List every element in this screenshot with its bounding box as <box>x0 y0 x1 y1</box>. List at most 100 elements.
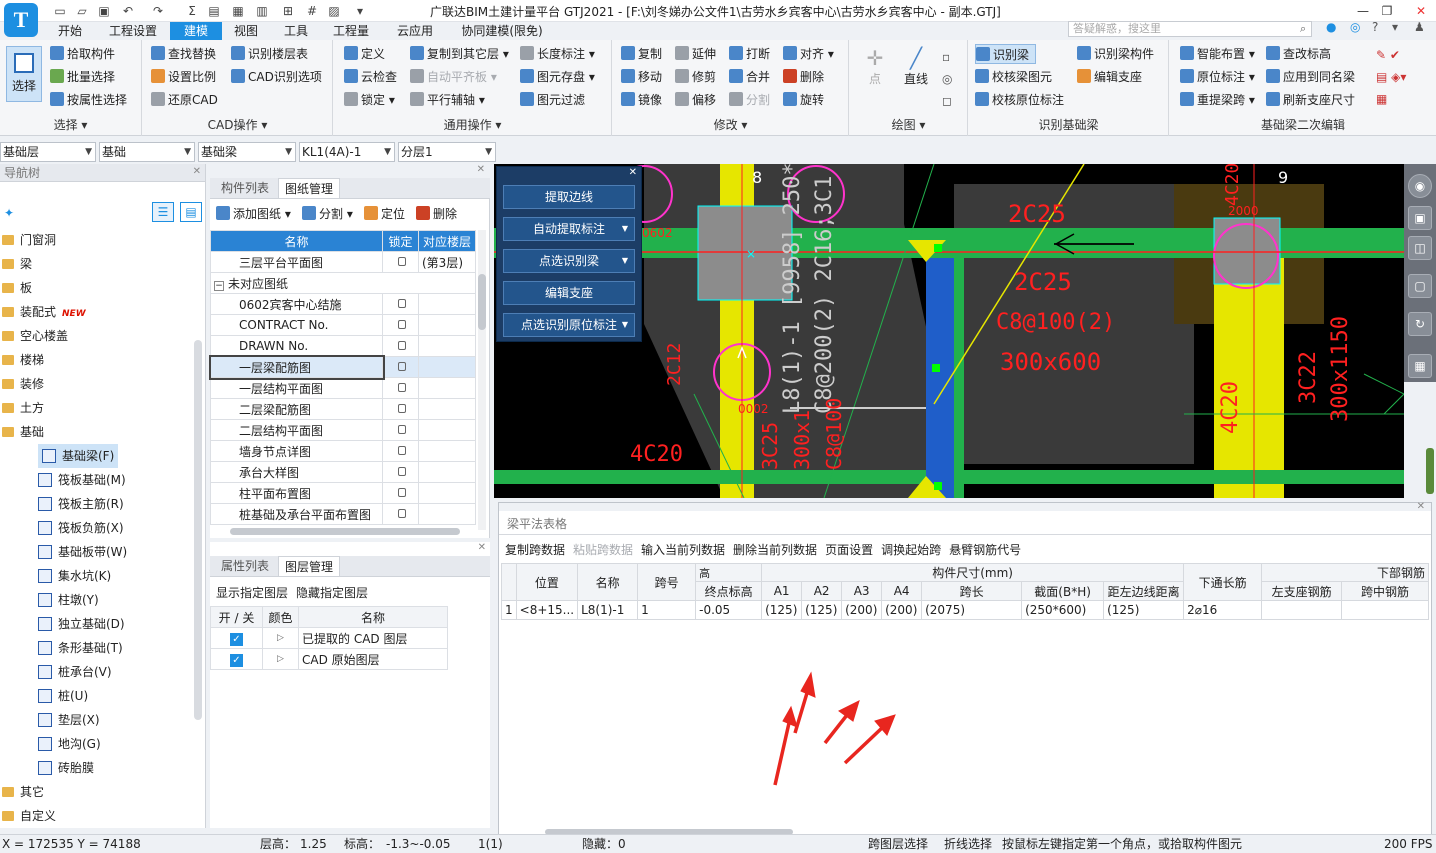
lock-icon[interactable] <box>398 383 406 392</box>
lock-button[interactable]: 锁定 ▾ <box>344 90 395 110</box>
nav-item[interactable]: 筏板基础(M) <box>38 468 126 492</box>
copy-to-floor-button[interactable]: 复制到其它层 ▾ <box>410 44 509 64</box>
swap-start-span-button[interactable]: 调换起始跨 <box>881 543 941 557</box>
polyline-select-toggle[interactable]: 折线选择 <box>944 835 992 853</box>
table-cell[interactable]: 2⌀16 <box>1183 600 1263 620</box>
trim-button[interactable]: 修剪 <box>675 67 716 87</box>
close-icon[interactable]: ✕ <box>478 542 486 553</box>
search-input[interactable]: 答疑解惑，搜这里 <box>1068 21 1312 37</box>
table-row[interactable]: 二层梁配筋图 <box>210 398 476 420</box>
floor-select[interactable]: 基础层 ▼ <box>0 142 96 162</box>
category-select[interactable]: 基础 ▼ <box>99 142 195 162</box>
input-column-button[interactable]: 输入当前列数据 <box>641 543 725 557</box>
tab-project-settings[interactable]: 工程设置 <box>102 22 164 40</box>
define-button[interactable]: 定义 <box>344 44 385 64</box>
layer-row[interactable]: ✓ ▷ 已提取的 CAD 图层 <box>210 627 448 649</box>
mirror-button[interactable]: 镜像 <box>621 90 662 110</box>
check-original-mark-button[interactable]: 校核原位标注 <box>975 90 1064 110</box>
layer-row[interactable]: ✓ ▷ CAD 原始图层 <box>210 648 448 670</box>
float-panel-button[interactable]: 提取边线 <box>503 185 635 209</box>
smart-layout-button[interactable]: 智能布置 ▾ <box>1180 44 1255 64</box>
cube-view-icon[interactable]: ◫ <box>1408 236 1432 260</box>
nav-item[interactable]: 砖胎膜 <box>38 756 94 780</box>
drawing-scrollbar[interactable] <box>478 230 486 530</box>
help-icon[interactable]: ? <box>1372 20 1378 34</box>
restore-button[interactable]: ❐ <box>1376 2 1398 20</box>
redo-icon[interactable]: ↷ <box>150 3 166 19</box>
recognize-beam-button[interactable]: 识别梁 <box>975 44 1037 64</box>
col-name[interactable]: 名称 <box>210 230 383 252</box>
dropdown-icon[interactable]: ▼ <box>622 314 628 336</box>
box-view-icon[interactable]: ▢ <box>1408 274 1432 298</box>
copy-span-button[interactable]: 复制跨数据 <box>505 543 565 557</box>
table-cell[interactable]: (125) <box>1103 600 1185 620</box>
tab-component-list[interactable]: 构件列表 <box>214 178 276 198</box>
grid-icon[interactable]: ⊞ <box>280 3 296 19</box>
merge-button[interactable]: 合并 <box>729 67 770 87</box>
float-panel-button[interactable]: 点选识别梁 ▼ <box>503 249 635 273</box>
nav-scrollbar[interactable] <box>194 340 202 720</box>
nav-item[interactable]: 筏板负筋(X) <box>38 516 124 540</box>
sum-icon[interactable]: Σ <box>184 3 200 19</box>
close-icon[interactable]: ✕ <box>1417 501 1425 512</box>
table-row[interactable]: 柱平面布置图 <box>210 482 476 504</box>
extra-tools-icons[interactable]: ✎ ✔ ▤ ◈▾ ▦ <box>1376 44 1406 110</box>
offset-button[interactable]: 偏移 <box>675 90 716 110</box>
pick-component-button[interactable]: 拾取构件 <box>50 44 115 64</box>
save-icon[interactable]: ▣ <box>96 3 112 19</box>
table-row[interactable]: 0602宾客中心结施 <box>210 293 476 315</box>
add-icon[interactable]: ✦ <box>4 206 14 220</box>
table-cell[interactable]: L8(1)-1 <box>577 600 639 620</box>
table-cell[interactable]: 1 <box>501 600 517 620</box>
lock-icon[interactable] <box>398 509 406 518</box>
table-cell[interactable]: (2075) <box>921 600 1023 620</box>
type-select[interactable]: 基础梁 ▼ <box>198 142 296 162</box>
lock-icon[interactable] <box>398 467 406 476</box>
check-beam-button[interactable]: 校核梁图元 <box>975 67 1052 87</box>
3d-view-icon[interactable]: ▣ <box>1408 206 1432 230</box>
float-panel-button[interactable]: 点选识别原位标注 ▼ <box>503 313 635 337</box>
dropdown-icon[interactable]: ▾ <box>1392 20 1398 34</box>
app-logo[interactable]: T <box>4 3 38 37</box>
tab-view[interactable]: 视图 <box>226 22 266 40</box>
split-drawing-button[interactable]: 分割 ▾ <box>302 204 353 224</box>
nav-item[interactable]: 土方 <box>2 396 44 420</box>
nav-item[interactable]: 条形基础(T) <box>38 636 123 660</box>
collapse-icon[interactable]: − <box>214 280 224 291</box>
nav-item[interactable]: 自定义 <box>2 804 56 828</box>
lock-icon[interactable] <box>398 257 406 266</box>
delete-column-button[interactable]: 删除当前列数据 <box>733 543 817 557</box>
nav-item[interactable]: 其它 <box>2 780 44 804</box>
table-row[interactable]: − 未对应图纸 <box>210 272 476 294</box>
lock-icon[interactable] <box>398 404 406 413</box>
col-lock[interactable]: 锁定 <box>382 230 419 252</box>
add-drawing-button[interactable]: 添加图纸 ▾ <box>216 204 291 224</box>
rebar-icon[interactable]: # <box>304 3 320 19</box>
cloud-user-icon[interactable]: ● <box>1326 20 1336 34</box>
shirt-icon[interactable]: ♟ <box>1414 20 1425 34</box>
edit-support-button[interactable]: 编辑支座 <box>1077 67 1142 87</box>
table-row[interactable]: 承台大样图 <box>210 461 476 483</box>
set-scale-button[interactable]: 设置比例 <box>151 67 216 87</box>
batch-select-button[interactable]: 批量选择 <box>50 67 115 87</box>
table-row[interactable]: 桩基础及承台平面布置图 <box>210 503 476 525</box>
lock-icon[interactable] <box>398 425 406 434</box>
reextract-span-button[interactable]: 重提梁跨 ▾ <box>1180 90 1255 110</box>
select-by-attr-button[interactable]: 按属性选择 <box>50 90 127 110</box>
undo-icon[interactable]: ↶ <box>120 3 136 19</box>
nav-item[interactable]: 空心楼盖 <box>2 324 68 348</box>
close-button[interactable]: ✕ <box>1410 2 1432 20</box>
table-row[interactable]: 三层平台平面图 (第3层) <box>210 251 476 273</box>
nav-item[interactable]: 板 <box>2 276 32 300</box>
table-cell[interactable] <box>1341 600 1429 620</box>
layout-view-icon[interactable]: ▦ <box>1408 354 1432 378</box>
minimize-button[interactable]: — <box>1352 2 1374 20</box>
table-cell[interactable] <box>1261 600 1343 620</box>
copy-button[interactable]: 复制 <box>621 44 662 64</box>
table-cell[interactable]: (250*600) <box>1021 600 1105 620</box>
nav-item[interactable]: 门窗洞 <box>2 228 56 252</box>
canvas-scrollbar[interactable] <box>1426 448 1434 494</box>
detail-view-icon[interactable]: ▤ <box>180 202 202 222</box>
nav-item[interactable]: 独立基础(D) <box>38 612 125 636</box>
dropdown-icon[interactable]: ▼ <box>622 218 628 240</box>
